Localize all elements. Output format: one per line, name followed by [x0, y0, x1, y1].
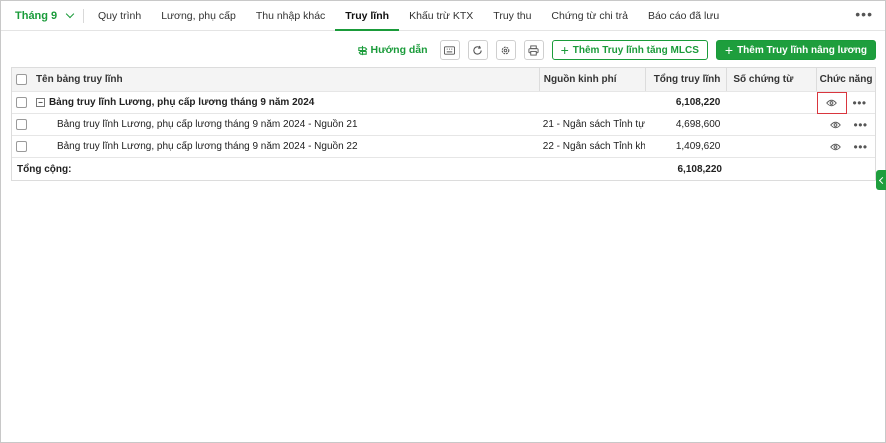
tab-luong-phu-cap[interactable]: Lương, phụ cấp — [151, 1, 246, 30]
row-name: Bảng truy lĩnh Lương, phụ cấp lương thán… — [56, 119, 358, 130]
printer-icon — [528, 44, 539, 56]
row-source: 21 - Ngân sách Tỉnh tự ... — [542, 119, 645, 130]
keyboard-icon — [444, 45, 456, 55]
row-name: Bảng truy lĩnh Lương, phụ cấp lương thán… — [48, 97, 315, 108]
table-row[interactable]: Bảng truy lĩnh Lương, phụ cấp lương thán… — [12, 114, 875, 136]
table-row-group[interactable]: − Bảng truy lĩnh Lương, phụ cấp lương th… — [12, 91, 875, 114]
toolbar: Hướng dẫn + Thêm Truy lĩnh tăng MLCS + T… — [357, 40, 876, 60]
more-horizontal-icon[interactable]: ••• — [855, 7, 873, 21]
guide-link[interactable]: Hướng dẫn — [357, 44, 428, 56]
header-actions: Chức năng — [816, 68, 875, 91]
collapse-icon[interactable]: − — [35, 98, 45, 107]
tab-khau-tru-ktx[interactable]: Khấu trừ KTX — [399, 1, 483, 30]
guide-label: Hướng dẫn — [370, 44, 428, 56]
select-all-checkbox[interactable] — [16, 74, 28, 85]
footer-label: Tổng cộng: — [17, 163, 72, 175]
header-doc: Số chứng từ — [726, 68, 816, 91]
row-checkbox[interactable] — [16, 119, 28, 130]
refresh-icon — [473, 45, 482, 55]
top-nav: Tháng 9 Quy trình Lương, phụ cấp Thu nhậ… — [1, 1, 885, 31]
tab-truy-thu[interactable]: Truy thu — [483, 1, 541, 30]
plus-icon: + — [724, 42, 734, 58]
keyboard-button[interactable] — [439, 40, 460, 60]
row-checkbox[interactable] — [16, 141, 28, 152]
row-total: 6,108,220 — [675, 97, 721, 108]
row-total: 4,698,600 — [675, 119, 721, 130]
row-checkbox[interactable] — [16, 97, 28, 108]
eye-icon — [826, 99, 837, 106]
tab-quy-trinh[interactable]: Quy trình — [84, 1, 151, 30]
tab-bao-cao-da-luu[interactable]: Báo cáo đã lưu — [638, 1, 729, 30]
eye-icon — [830, 121, 841, 128]
footer-total: 6,108,220 — [677, 163, 723, 175]
tab-truy-linh[interactable]: Truy lĩnh — [335, 1, 399, 31]
print-button[interactable] — [523, 40, 544, 60]
tab-thu-nhap-khac[interactable]: Thu nhập khác — [246, 1, 335, 30]
table-header: Tên bảng truy lĩnh Nguồn kinh phí Tổng t… — [12, 68, 875, 92]
row-total: 1,409,620 — [675, 141, 721, 152]
add-mlcs-label: Thêm Truy lĩnh tăng MLCS — [572, 44, 699, 56]
table-footer: Tổng cộng: 6,108,220 — [12, 158, 875, 180]
row-source: 22 - Ngân sách Tỉnh kh... — [542, 141, 645, 152]
chevron-down-icon — [65, 9, 75, 18]
month-selector[interactable]: Tháng 9 — [1, 1, 83, 30]
more-actions-icon[interactable]: ••• — [854, 118, 868, 132]
header-source: Nguồn kinh phí — [538, 68, 645, 91]
view-button[interactable] — [824, 116, 848, 134]
gear-icon — [501, 46, 510, 54]
settings-button[interactable] — [495, 40, 516, 60]
plus-icon: + — [560, 42, 569, 58]
view-button[interactable] — [824, 138, 848, 156]
table-row[interactable]: Bảng truy lĩnh Lương, phụ cấp lương thán… — [12, 136, 875, 158]
more-actions-icon[interactable]: ••• — [854, 140, 868, 154]
add-salary-raise-label: Thêm Truy lĩnh nâng lương — [737, 44, 867, 56]
add-mlcs-button[interactable]: + Thêm Truy lĩnh tăng MLCS — [551, 40, 708, 60]
row-name: Bảng truy lĩnh Lương, phụ cấp lương thán… — [56, 141, 358, 152]
view-button[interactable] — [816, 91, 847, 114]
signpost-icon — [357, 45, 367, 55]
more-actions-icon[interactable]: ••• — [853, 96, 867, 110]
side-panel-toggle[interactable] — [876, 170, 886, 190]
add-salary-raise-button[interactable]: + Thêm Truy lĩnh nâng lương — [715, 40, 876, 60]
arrears-table: Tên bảng truy lĩnh Nguồn kinh phí Tổng t… — [11, 67, 876, 181]
refresh-button[interactable] — [467, 40, 488, 60]
tab-chung-tu-chi-tra[interactable]: Chứng từ chi trả — [541, 1, 638, 30]
eye-icon — [830, 143, 841, 150]
header-name: Tên bảng truy lĩnh — [35, 74, 123, 85]
month-label: Tháng 9 — [15, 9, 58, 22]
header-total: Tổng truy lĩnh — [644, 68, 727, 91]
